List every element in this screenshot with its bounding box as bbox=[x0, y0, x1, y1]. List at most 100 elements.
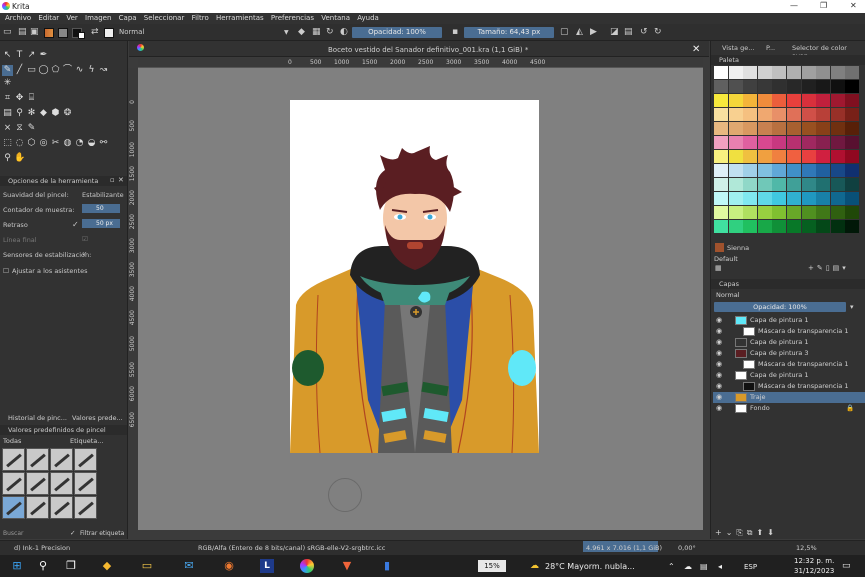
pattern-swatch[interactable] bbox=[58, 28, 68, 38]
menu-archivo[interactable]: Archivo bbox=[5, 14, 31, 22]
palette-swatch[interactable] bbox=[830, 192, 845, 205]
palette-swatch[interactable] bbox=[801, 206, 816, 219]
palette-swatch[interactable] bbox=[743, 192, 758, 205]
text-tool-icon[interactable]: T bbox=[14, 50, 25, 61]
enclose-fill-tool-icon[interactable]: ⬢ bbox=[50, 108, 61, 119]
palette-swatch[interactable] bbox=[787, 220, 801, 233]
palette-swatch[interactable] bbox=[830, 164, 845, 177]
palette-swatch[interactable] bbox=[772, 94, 787, 107]
palette-swatch[interactable] bbox=[714, 206, 728, 219]
visibility-eye-icon[interactable]: ◉ bbox=[716, 315, 722, 326]
palette-swatch[interactable] bbox=[728, 94, 743, 107]
workspace-icon[interactable]: ▤ bbox=[624, 27, 633, 37]
open-file-icon[interactable]: ▤ bbox=[18, 27, 27, 37]
menu-ver[interactable]: Ver bbox=[66, 14, 77, 22]
palette-swatch[interactable] bbox=[845, 150, 860, 163]
palette-swatch[interactable] bbox=[830, 150, 845, 163]
palette-swatch[interactable] bbox=[714, 108, 728, 121]
palette-swatch[interactable] bbox=[743, 136, 758, 149]
palette-swatch[interactable] bbox=[743, 108, 758, 121]
zoom-tool-icon[interactable]: ⚲ bbox=[2, 153, 13, 164]
palette-swatch[interactable] bbox=[787, 108, 801, 121]
bezier-select-tool-icon[interactable]: ◔ bbox=[74, 138, 85, 149]
palette-swatch[interactable] bbox=[714, 178, 728, 191]
microsoft-store-icon[interactable]: ◆ bbox=[100, 559, 114, 573]
multibrush-tool-icon[interactable]: ✳ bbox=[2, 78, 13, 89]
brush-preset-tile[interactable] bbox=[26, 496, 49, 519]
status-zoom[interactable]: 12,5% bbox=[796, 544, 817, 552]
palette-swatch[interactable] bbox=[743, 150, 758, 163]
palette-swatch[interactable] bbox=[714, 150, 728, 163]
palette-menu-icon[interactable]: ▦ bbox=[715, 264, 722, 272]
palette-swatch[interactable] bbox=[728, 220, 743, 233]
brush-preset-tile-selected[interactable] bbox=[2, 496, 25, 519]
palette-swatch[interactable] bbox=[757, 206, 772, 219]
app-l-icon[interactable]: L bbox=[260, 559, 274, 573]
notifications-icon[interactable]: ▭ bbox=[842, 561, 851, 571]
freehand-path-tool-icon[interactable]: ϟ bbox=[86, 65, 97, 76]
palette-swatch[interactable] bbox=[728, 150, 743, 163]
palette-swatch[interactable] bbox=[757, 80, 772, 93]
visibility-eye-icon[interactable]: ◉ bbox=[716, 337, 722, 348]
mirror-icon[interactable]: ▢ bbox=[560, 27, 569, 37]
palette-swatch[interactable] bbox=[757, 122, 772, 135]
brush-preset-tile[interactable] bbox=[74, 496, 97, 519]
palette-swatch[interactable] bbox=[743, 80, 758, 93]
palette-swatch[interactable] bbox=[772, 122, 787, 135]
palette-swatch[interactable] bbox=[757, 94, 772, 107]
minimize-button[interactable]: — bbox=[790, 1, 798, 10]
tab-brush-history[interactable]: Historial de pinc... bbox=[8, 414, 67, 422]
firefox-icon[interactable]: ◉ bbox=[222, 559, 236, 573]
transform-tool-icon[interactable]: ⌸ bbox=[26, 93, 37, 104]
brush-preset-tile[interactable] bbox=[74, 448, 97, 471]
palette-swatch[interactable] bbox=[830, 178, 845, 191]
palette-actions[interactable]: +✎▯▤▾ bbox=[808, 264, 849, 272]
eraser-icon[interactable]: ◆ bbox=[298, 27, 305, 37]
palette-swatch[interactable] bbox=[787, 66, 801, 79]
visibility-eye-icon[interactable]: ◉ bbox=[716, 348, 722, 359]
weather-text[interactable]: 28°C Mayorm. nubla... bbox=[545, 562, 635, 571]
bg-color-swatch[interactable] bbox=[78, 32, 85, 39]
visibility-eye-icon[interactable]: ◉ bbox=[716, 381, 722, 392]
palette-swatch[interactable] bbox=[816, 192, 831, 205]
visibility-eye-icon[interactable]: ◉ bbox=[716, 370, 722, 381]
palette-swatch[interactable] bbox=[714, 164, 728, 177]
menu-ventana[interactable]: Ventana bbox=[321, 14, 350, 22]
palette-swatch[interactable] bbox=[772, 80, 787, 93]
calligraphy-tool-icon[interactable]: ✒ bbox=[38, 50, 49, 61]
palette-swatch[interactable] bbox=[787, 178, 801, 191]
layer-row[interactable]: ◉ Capa de pintura 1 bbox=[713, 337, 865, 348]
palette-swatch[interactable] bbox=[787, 80, 801, 93]
palette-swatch[interactable] bbox=[830, 206, 845, 219]
restore-button[interactable]: ❐ bbox=[820, 1, 827, 10]
ellipse-tool-icon[interactable]: ◯ bbox=[38, 65, 49, 76]
layer-row[interactable]: ◉ Capa de pintura 3 bbox=[713, 348, 865, 359]
palette-swatch[interactable] bbox=[714, 122, 728, 135]
palette-swatch[interactable] bbox=[830, 122, 845, 135]
polygon-tool-icon[interactable]: ⬠ bbox=[50, 65, 61, 76]
tab-p[interactable]: P... bbox=[766, 44, 775, 52]
network-icon[interactable]: ▤ bbox=[700, 562, 708, 571]
menu-editar[interactable]: Editar bbox=[38, 14, 59, 22]
brush-preset-tile[interactable] bbox=[50, 448, 73, 471]
tab-brush-presets[interactable]: Valores prede... bbox=[72, 414, 123, 422]
palette-swatch[interactable] bbox=[743, 94, 758, 107]
visibility-eye-icon[interactable]: ◉ bbox=[716, 403, 722, 414]
language-indicator[interactable]: ESP bbox=[744, 563, 757, 571]
freehand-brush-tool-icon[interactable]: ✎ bbox=[2, 65, 13, 76]
mail-icon[interactable]: ✉ bbox=[182, 559, 196, 573]
close-window-button[interactable]: ✕ bbox=[850, 1, 857, 10]
palette-swatch[interactable] bbox=[845, 122, 860, 135]
palette-swatch[interactable] bbox=[830, 220, 845, 233]
palette-swatch[interactable] bbox=[787, 206, 801, 219]
palette-swatch[interactable] bbox=[743, 66, 758, 79]
palette-swatch[interactable] bbox=[728, 178, 743, 191]
freehand-select-tool-icon[interactable]: ◎ bbox=[38, 138, 49, 149]
new-file-icon[interactable]: ▭ bbox=[3, 27, 12, 37]
palette-swatch[interactable] bbox=[728, 136, 743, 149]
layer-row[interactable]: ◉ Máscara de transparencia 1 bbox=[713, 381, 865, 392]
palette-swatch[interactable] bbox=[816, 122, 831, 135]
layer-actions[interactable]: +⌄⎘⧉⬆⬇ bbox=[715, 528, 778, 538]
layer-opacity-slider[interactable]: Opacidad: 100% bbox=[714, 302, 846, 312]
palette-swatch[interactable] bbox=[801, 66, 816, 79]
